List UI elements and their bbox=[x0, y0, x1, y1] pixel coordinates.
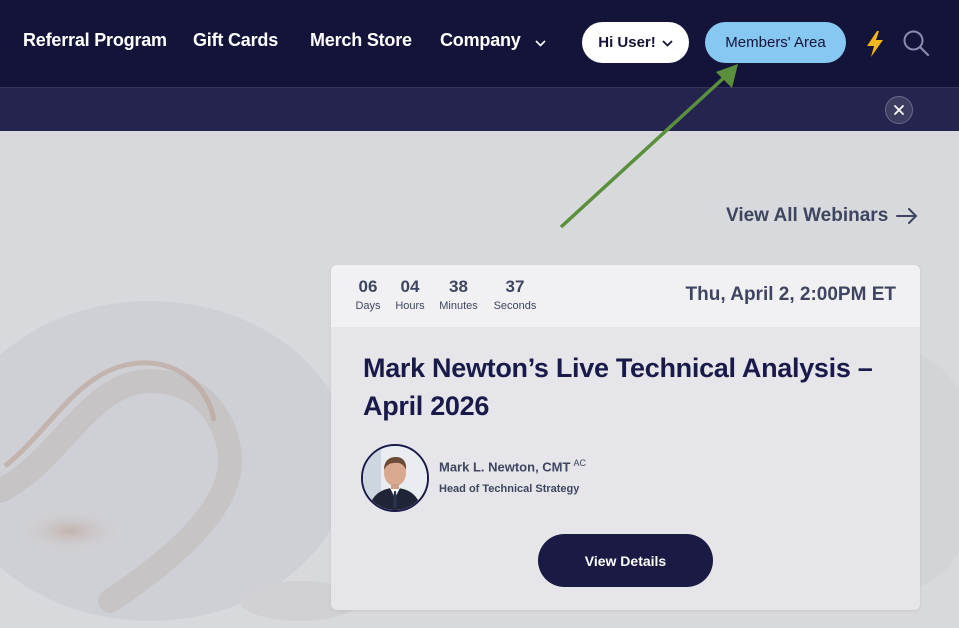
top-navigation: Referral Program Gift Cards Merch Store … bbox=[0, 0, 959, 87]
webinar-title[interactable]: Mark Newton’s Live Technical Analysis – … bbox=[363, 349, 903, 425]
speaker-credential-suffix: AC bbox=[573, 458, 586, 468]
countdown-minutes-label: Minutes bbox=[439, 300, 478, 312]
user-menu-button[interactable]: Hi User! bbox=[582, 22, 689, 63]
members-area-label: Members' Area bbox=[725, 34, 826, 51]
user-menu-label: Hi User! bbox=[598, 34, 656, 51]
nav-company-label: Company bbox=[440, 30, 521, 50]
speaker-role: Head of Technical Strategy bbox=[439, 483, 580, 495]
announcement-bar bbox=[0, 87, 959, 131]
nav-merch-store[interactable]: Merch Store bbox=[310, 30, 412, 51]
nav-company-dropdown[interactable]: Company bbox=[440, 30, 547, 52]
webinar-date: Thu, April 2, 2:00PM ET bbox=[685, 284, 896, 305]
arrow-right-icon bbox=[896, 208, 918, 224]
lightning-icon[interactable] bbox=[864, 30, 886, 63]
countdown-seconds: 37 Seconds bbox=[490, 277, 540, 313]
speaker-name-text: Mark L. Newton, CMT bbox=[439, 459, 571, 475]
countdown-days: 06 Days bbox=[353, 277, 383, 313]
search-icon[interactable] bbox=[902, 29, 930, 62]
speaker-avatar bbox=[361, 444, 429, 512]
close-icon[interactable] bbox=[885, 96, 913, 124]
countdown-hours: 04 Hours bbox=[393, 277, 427, 313]
chevron-down-icon bbox=[662, 34, 673, 51]
countdown-days-value: 06 bbox=[358, 277, 378, 296]
chevron-down-icon bbox=[535, 31, 547, 52]
countdown-hours-label: Hours bbox=[395, 300, 425, 312]
webinar-card: 06 Days 04 Hours 38 Minutes 37 Seconds T… bbox=[331, 265, 920, 610]
countdown-minutes-value: 38 bbox=[449, 277, 468, 296]
view-all-webinars-label: View All Webinars bbox=[726, 205, 889, 226]
members-area-button[interactable]: Members' Area bbox=[705, 22, 846, 63]
countdown-seconds-label: Seconds bbox=[493, 300, 537, 312]
countdown-hours-value: 04 bbox=[400, 277, 420, 296]
countdown-minutes: 38 Minutes bbox=[436, 277, 481, 313]
countdown-days-label: Days bbox=[355, 300, 381, 312]
countdown-header: 06 Days 04 Hours 38 Minutes 37 Seconds T… bbox=[331, 265, 920, 327]
view-details-label: View Details bbox=[584, 552, 667, 569]
speaker-name: Mark L. Newton, CMT AC bbox=[439, 458, 586, 474]
view-all-webinars-link[interactable]: View All Webinars bbox=[726, 205, 918, 227]
nav-gift-cards[interactable]: Gift Cards bbox=[193, 30, 278, 51]
countdown-seconds-value: 37 bbox=[505, 277, 525, 296]
view-details-button[interactable]: View Details bbox=[538, 534, 713, 587]
nav-referral-program[interactable]: Referral Program bbox=[23, 30, 167, 51]
